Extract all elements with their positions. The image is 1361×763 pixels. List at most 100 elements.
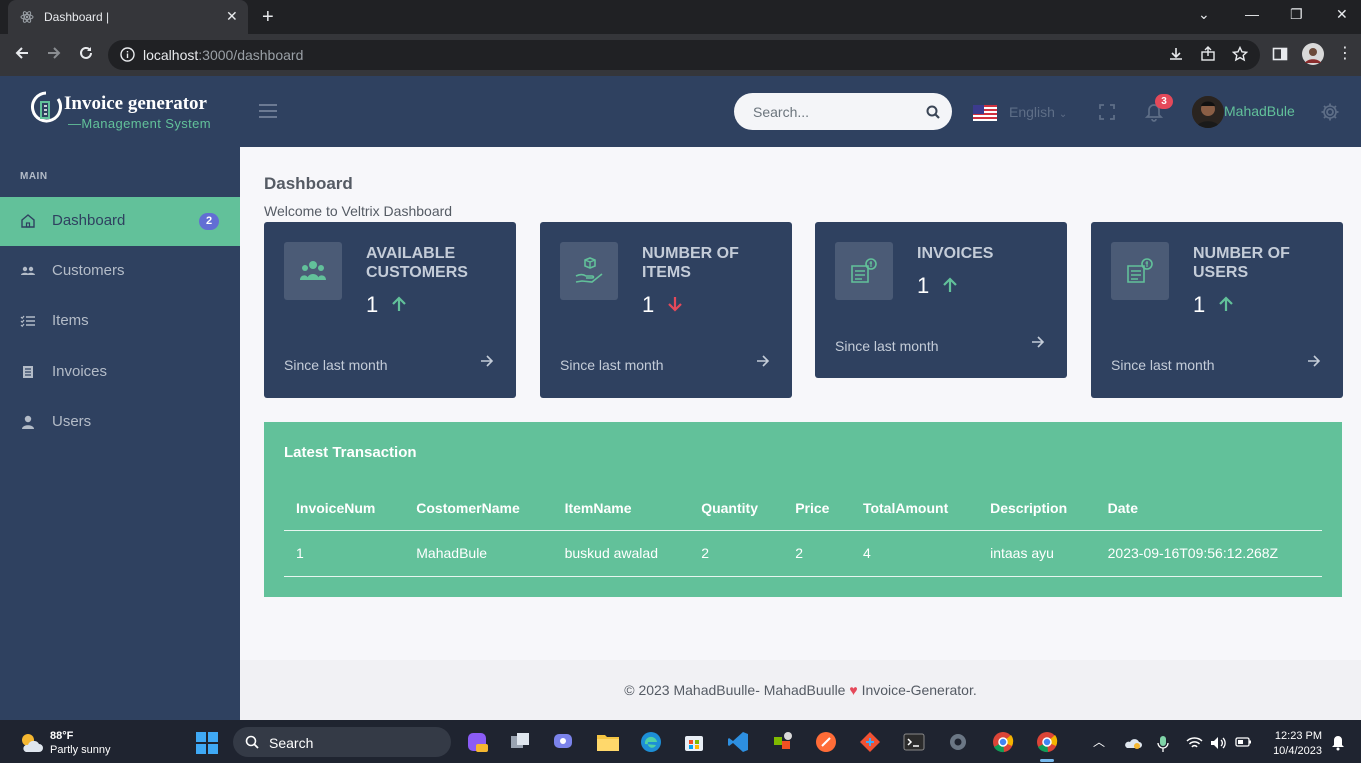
username-label[interactable]: MahadBule — [1224, 103, 1295, 119]
profile-avatar-icon[interactable] — [1302, 43, 1324, 65]
system-clock[interactable]: 12:23 PM 10/4/2023 — [1264, 729, 1322, 759]
app-icon[interactable] — [771, 731, 793, 753]
url-text: localhost:3000/dashboard — [143, 47, 303, 63]
settings-gear-icon[interactable] — [1320, 102, 1340, 122]
browser-tab[interactable]: Dashboard | ✕ — [8, 0, 248, 34]
invoice-logo-icon — [31, 91, 62, 123]
language-selector[interactable]: English ⌄ — [1009, 104, 1067, 120]
bookmark-star-icon[interactable] — [1232, 46, 1248, 62]
close-tab-icon[interactable]: ✕ — [226, 8, 238, 25]
card-title: INVOICES — [917, 245, 994, 262]
table-cell: MahadBule — [404, 530, 553, 577]
page-title: Dashboard — [264, 174, 353, 193]
browser-menu-icon[interactable]: ⋮ — [1337, 43, 1353, 63]
arrow-right-icon[interactable] — [1031, 335, 1045, 349]
file-explorer-icon[interactable] — [596, 731, 620, 753]
wifi-icon[interactable] — [1186, 736, 1203, 750]
stat-card-customers: AVAILABLE CUSTOMERS 1 Since last month — [264, 222, 516, 398]
page-footer: © 2023 MahadBuulle- MahadBuulle ♥ Invoic… — [240, 660, 1361, 720]
task-view-icon[interactable] — [509, 731, 531, 753]
weather-icon[interactable] — [18, 730, 44, 754]
column-header: Price — [783, 486, 851, 531]
table-cell: 4 — [850, 530, 979, 577]
arrow-right-icon[interactable] — [480, 354, 494, 368]
card-title: NUMBER OF USERS — [1193, 245, 1290, 281]
sidebar-item-label: Dashboard — [52, 212, 126, 229]
forward-icon[interactable] — [46, 45, 62, 61]
store-icon[interactable] — [683, 731, 705, 753]
chrome-icon[interactable] — [992, 731, 1014, 753]
search-icon[interactable] — [926, 105, 940, 119]
microphone-icon[interactable] — [1157, 736, 1169, 752]
share-icon[interactable] — [1200, 46, 1216, 62]
volume-icon[interactable] — [1210, 736, 1227, 750]
onedrive-icon[interactable] — [1124, 736, 1142, 750]
active-app-indicator — [1040, 759, 1054, 762]
card-value: 1 — [366, 292, 379, 317]
close-window-icon[interactable]: ✕ — [1336, 6, 1348, 23]
chevron-down-icon: ⌄ — [1058, 109, 1068, 120]
search-input[interactable] — [734, 93, 914, 130]
us-flag-icon[interactable] — [973, 105, 997, 121]
address-bar[interactable]: localhost:3000/dashboard — [108, 40, 1260, 70]
fullscreen-icon[interactable] — [1099, 104, 1115, 120]
column-header: InvoiceNum — [284, 486, 405, 531]
arrow-right-icon[interactable] — [1307, 354, 1321, 368]
clock-date: 10/4/2023 — [1273, 745, 1322, 757]
sidebar-item-items[interactable]: Items — [0, 297, 240, 346]
side-panel-icon[interactable] — [1272, 46, 1288, 62]
table-cell: buskud awalad — [552, 530, 690, 577]
site-info-icon[interactable] — [120, 47, 135, 62]
menu-toggle-icon[interactable] — [259, 104, 277, 118]
arrow-up-icon — [390, 295, 408, 313]
panel-title: Latest Transaction — [284, 444, 417, 461]
invoice-icon — [851, 258, 877, 283]
stat-card-items: NUMBER OF ITEMS 1 Since last month — [540, 222, 792, 398]
sidebar-item-label: Users — [52, 413, 92, 430]
app-header: Invoice generator —Management System Eng… — [0, 76, 1361, 147]
card-icon-box — [1111, 242, 1169, 300]
git-icon[interactable] — [859, 731, 881, 753]
weather-desc: Partly sunny — [50, 744, 111, 756]
arrow-right-icon[interactable] — [756, 354, 770, 368]
document-icon — [20, 364, 36, 380]
sidebar-section-label: MAIN — [20, 171, 48, 182]
card-icon-box — [560, 242, 618, 300]
invoice-icon — [1127, 258, 1153, 283]
reload-icon[interactable] — [78, 45, 94, 61]
postman-icon[interactable] — [815, 731, 837, 753]
settings-icon[interactable] — [947, 731, 969, 753]
restore-icon[interactable]: ❐ — [1290, 6, 1303, 23]
card-footer-text: Since last month — [560, 357, 664, 373]
sidebar-item-customers[interactable]: Customers — [0, 247, 240, 296]
column-header: TotalAmount — [850, 486, 979, 531]
taskbar-search[interactable]: Search — [233, 727, 451, 757]
column-header: Quantity — [689, 486, 784, 531]
weather-widget[interactable]: 88°F Partly sunny — [50, 729, 111, 757]
vscode-icon[interactable] — [727, 731, 749, 753]
edge-icon[interactable] — [640, 731, 662, 753]
logo-subtitle: —Management System — [68, 116, 212, 131]
terminal-icon[interactable] — [903, 731, 925, 753]
sidebar-item-users[interactable]: Users — [0, 398, 240, 447]
tray-overflow-icon[interactable]: ︿ — [1093, 733, 1105, 750]
tab-search-icon[interactable]: ⌄ — [1198, 6, 1210, 23]
card-footer-text: Since last month — [835, 338, 939, 354]
back-icon[interactable] — [14, 45, 30, 61]
user-avatar[interactable] — [1192, 96, 1224, 128]
windows-start-icon[interactable] — [196, 732, 218, 754]
chat-icon[interactable] — [552, 731, 574, 753]
app-logo[interactable]: Invoice generator —Management System — [30, 89, 211, 131]
sidebar-item-invoices[interactable]: Invoices — [0, 348, 240, 397]
battery-icon[interactable] — [1235, 736, 1252, 748]
install-icon[interactable] — [1168, 46, 1184, 62]
notification-center-icon[interactable] — [1331, 735, 1345, 751]
heart-icon: ♥ — [849, 682, 858, 698]
transactions-table: InvoiceNum CostomerName ItemName Quantit… — [284, 486, 1322, 577]
minimize-icon[interactable]: — — [1245, 6, 1259, 22]
sidebar-item-dashboard[interactable]: Dashboard 2 — [0, 197, 240, 246]
search-icon — [245, 735, 259, 749]
copilot-icon[interactable] — [466, 731, 488, 753]
chrome-active-icon[interactable] — [1036, 731, 1058, 753]
new-tab-icon[interactable]: + — [262, 6, 274, 29]
